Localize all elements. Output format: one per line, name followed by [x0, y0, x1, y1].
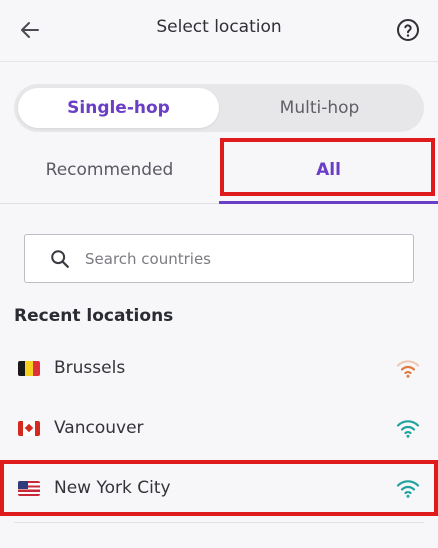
location-item-brussels[interactable]: Brussels [0, 340, 438, 396]
multi-hop-button[interactable]: Multi-hop [219, 88, 420, 128]
location-name: New York City [54, 478, 171, 498]
page-title: Select location [156, 17, 282, 37]
location-name: Brussels [54, 358, 126, 378]
help-button[interactable] [392, 14, 424, 46]
wifi-strong-icon [396, 420, 420, 438]
question-circle-icon [397, 19, 419, 41]
location-screen: Select location Single-hop Multi-hop Rec… [0, 0, 438, 548]
single-hop-button[interactable]: Single-hop [18, 88, 219, 128]
location-name: Vancouver [54, 418, 144, 438]
tab-recommended[interactable]: Recommended [0, 136, 219, 204]
search-icon [49, 248, 71, 270]
divider [14, 522, 424, 523]
location-item-new-york-city[interactable]: New York City [0, 460, 438, 516]
wifi-weak-icon [396, 360, 420, 378]
tab-all[interactable]: All [219, 136, 438, 204]
location-tabs: Recommended All [0, 136, 438, 204]
recent-locations-title: Recent locations [14, 306, 174, 326]
search-box [24, 234, 414, 283]
header: Select location [0, 0, 438, 62]
tab-active-indicator [219, 201, 438, 204]
usa-flag-icon [18, 480, 40, 496]
location-item-vancouver[interactable]: Vancouver [0, 400, 438, 456]
hop-mode-toggle: Single-hop Multi-hop [14, 84, 424, 132]
wifi-strong-icon [396, 480, 420, 498]
belgium-flag-icon [18, 360, 40, 376]
search-input[interactable] [85, 249, 385, 268]
canada-flag-icon [18, 420, 40, 436]
